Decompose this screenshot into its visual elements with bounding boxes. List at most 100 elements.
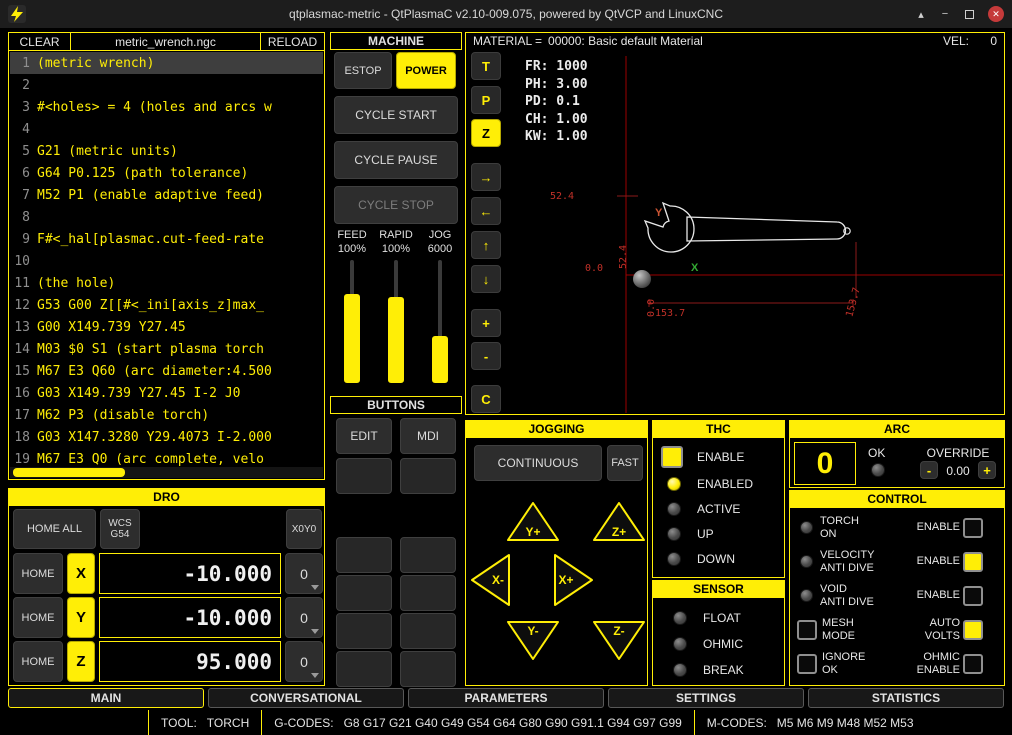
jog-y-plus-button[interactable]: Y+ (504, 499, 562, 548)
pan-up-button[interactable]: ↑ (471, 231, 501, 259)
cycle-stop-button[interactable]: CYCLE STOP (334, 186, 458, 224)
pan-left-button[interactable]: ← (471, 197, 501, 225)
tab-conversational[interactable]: CONVERSATIONAL (208, 688, 404, 708)
pan-right-button[interactable]: → (471, 163, 501, 191)
user-button-empty[interactable] (336, 613, 392, 649)
jog-x-plus-button[interactable]: X+ (552, 551, 596, 614)
cycle-pause-button[interactable]: CYCLE PAUSE (334, 141, 458, 179)
arc-override-minus-button[interactable]: - (920, 461, 938, 479)
void-enable-checkbox[interactable] (963, 586, 983, 606)
mdi-button[interactable]: MDI (400, 418, 456, 454)
gcode-hscrollbar[interactable] (10, 467, 323, 478)
gcode-listing[interactable]: 1 (metric wrench) 2 3 #<holes> = 4 (hole… (10, 52, 323, 466)
wcs-button[interactable]: WCS G54 (100, 509, 140, 549)
slider-handle[interactable] (388, 297, 404, 383)
clear-view-button[interactable]: C (471, 385, 501, 413)
thc-enable-checkbox[interactable] (661, 446, 683, 468)
velocity-enable-checkbox[interactable] (963, 552, 983, 572)
auto-volts-checkbox[interactable] (963, 620, 983, 640)
view-top-button[interactable]: T (471, 52, 501, 80)
tool-section: TOOL: TORCH (149, 710, 261, 735)
user-button-empty[interactable] (336, 537, 392, 573)
edit-button[interactable]: EDIT (336, 418, 392, 454)
continuous-jog-button[interactable]: CONTINUOUS (474, 445, 602, 481)
shade-window-button[interactable]: ▴ (910, 0, 932, 28)
home-all-button[interactable]: HOME ALL (13, 509, 96, 549)
gcode-line[interactable]: 3 #<holes> = 4 (holes and arcs w (10, 96, 323, 118)
material-value[interactable]: 00000: Basic default Material (548, 34, 703, 48)
view-p-button[interactable]: P (471, 86, 501, 114)
gcode-line[interactable]: 18 G03 X147.3280 Y29.4073 I-2.000 (10, 426, 323, 448)
home-x-button[interactable]: HOME (13, 553, 63, 594)
user-button-empty[interactable] (336, 651, 392, 687)
axis-x-button[interactable]: X (67, 553, 95, 594)
user-button-empty[interactable] (400, 458, 456, 494)
axis-y-button[interactable]: Y (67, 597, 95, 638)
user-button-empty[interactable] (400, 651, 456, 687)
clear-button[interactable]: CLEAR (9, 33, 71, 50)
pan-down-button[interactable]: ↓ (471, 265, 501, 293)
gcode-line[interactable]: 7 M52 P1 (enable adaptive feed) (10, 184, 323, 206)
gcode-line[interactable]: 17 M62 P3 (disable torch) (10, 404, 323, 426)
gcode-line[interactable]: 8 (10, 206, 323, 228)
minimize-button[interactable]: − (934, 0, 956, 28)
gcode-line[interactable]: 16 G03 X149.739 Y27.45 I-2 J0 (10, 382, 323, 404)
user-button-empty[interactable] (336, 458, 392, 494)
gcode-line[interactable]: 1 (metric wrench) (10, 52, 323, 74)
override-slider[interactable] (388, 260, 404, 383)
jog-z-minus-button[interactable]: Z- (590, 619, 648, 668)
zoom-out-button[interactable]: - (471, 342, 501, 370)
override-slider[interactable] (432, 260, 448, 383)
home-y-button[interactable]: HOME (13, 597, 63, 638)
gcode-line[interactable]: 5 G21 (metric units) (10, 140, 323, 162)
gcode-line[interactable]: 15 M67 E3 Q60 (arc diameter:4.500 (10, 360, 323, 382)
x0y0-button[interactable]: X0Y0 (286, 509, 322, 549)
arc-override-plus-button[interactable]: + (978, 461, 996, 479)
ignore-arc-ok-checkbox[interactable] (797, 654, 817, 674)
gcode-line[interactable]: 11 (the hole) (10, 272, 323, 294)
close-button[interactable]: ✕ (988, 6, 1004, 22)
jog-y-minus-button[interactable]: Y- (504, 619, 562, 668)
power-button[interactable]: POWER (396, 52, 456, 89)
slider-handle[interactable] (344, 294, 360, 383)
tab-statistics[interactable]: STATISTICS (808, 688, 1004, 708)
cycle-start-button[interactable]: CYCLE START (334, 96, 458, 134)
gcode-line[interactable]: 13 G00 X149.739 Y27.45 (10, 316, 323, 338)
slider-handle[interactable] (432, 336, 448, 383)
gcode-hscrollbar-thumb[interactable] (13, 468, 125, 477)
status-led (667, 552, 681, 566)
zoom-in-button[interactable]: + (471, 309, 501, 337)
zero-x-button[interactable]: 0 (285, 553, 323, 594)
preview-canvas[interactable]: 52.4 52.4 0.0 0.0 153.7 153.7 Y X FR: 10… (467, 50, 1003, 413)
zero-z-button[interactable]: 0 (285, 641, 323, 682)
jog-x-minus-button[interactable]: X- (468, 551, 512, 614)
user-button-empty[interactable] (400, 537, 456, 573)
user-button-empty[interactable] (400, 613, 456, 649)
gcode-line[interactable]: 12 G53 G00 Z[[#<_ini[axis_z]max_ (10, 294, 323, 316)
ohmic-probe-enable-checkbox[interactable] (963, 654, 983, 674)
home-z-button[interactable]: HOME (13, 641, 63, 682)
gcode-line[interactable]: 9 F#<_hal[plasmac.cut-feed-rate (10, 228, 323, 250)
gcode-line[interactable]: 4 (10, 118, 323, 140)
view-z-button[interactable]: Z (471, 119, 501, 147)
gcode-line[interactable]: 10 (10, 250, 323, 272)
estop-button[interactable]: ESTOP (334, 52, 392, 89)
tab-parameters[interactable]: PARAMETERS (408, 688, 604, 708)
gcode-line[interactable]: 14 M03 $0 S1 (start plasma torch (10, 338, 323, 360)
torch-enable-checkbox[interactable] (963, 518, 983, 538)
gcode-line[interactable]: 6 G64 P0.125 (path tolerance) (10, 162, 323, 184)
gcode-line[interactable]: 2 (10, 74, 323, 96)
maximize-button[interactable] (958, 0, 980, 28)
user-button-empty[interactable] (400, 575, 456, 611)
tab-main[interactable]: MAIN (8, 688, 204, 708)
user-button-empty[interactable] (336, 575, 392, 611)
reload-button[interactable]: RELOAD (260, 33, 324, 50)
fast-jog-button[interactable]: FAST (607, 445, 643, 481)
mesh-mode-checkbox[interactable] (797, 620, 817, 640)
gcode-line[interactable]: 19 M67 E3 Q0 (arc complete, velo (10, 448, 323, 466)
tab-settings[interactable]: SETTINGS (608, 688, 804, 708)
jog-z-plus-button[interactable]: Z+ (590, 499, 648, 548)
zero-y-button[interactable]: 0 (285, 597, 323, 638)
axis-z-button[interactable]: Z (67, 641, 95, 682)
override-slider[interactable] (344, 260, 360, 383)
